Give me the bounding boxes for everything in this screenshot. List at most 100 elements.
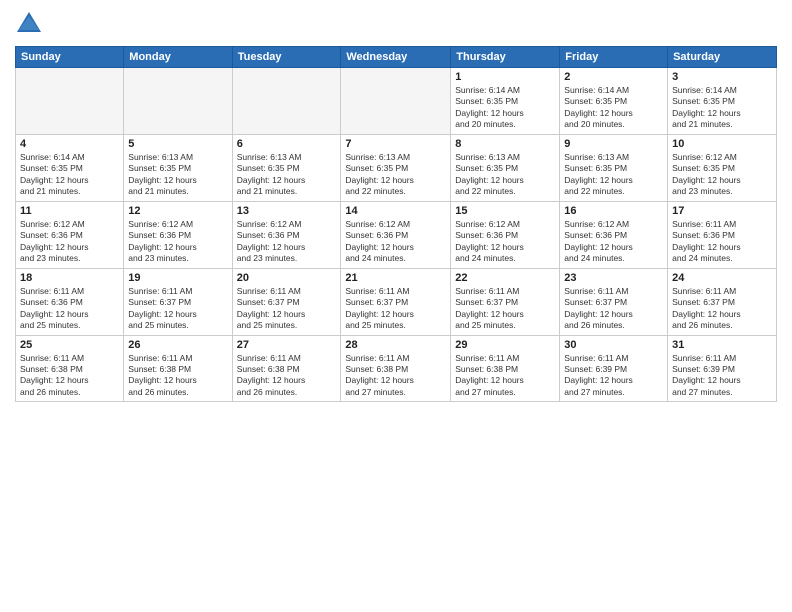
day-number: 5 bbox=[128, 138, 227, 150]
day-info: Sunrise: 6:13 AM Sunset: 6:35 PM Dayligh… bbox=[564, 152, 663, 198]
calendar-cell: 29 Sunrise: 6:11 AM Sunset: 6:38 PM Dayli… bbox=[451, 335, 560, 402]
calendar-cell: 8Sunrise: 6:13 AM Sunset: 6:35 PM Daylig… bbox=[451, 134, 560, 201]
day-info: Sunrise: 6:11 AM Sunset: 6:38 PM Dayligh… bbox=[128, 353, 227, 399]
calendar-cell: 5Sunrise: 6:13 AM Sunset: 6:35 PM Daylig… bbox=[124, 134, 232, 201]
day-number: 27 bbox=[237, 339, 337, 351]
day-info: Sunrise: 6:12 AM Sunset: 6:36 PM Dayligh… bbox=[564, 219, 663, 265]
calendar-header-row: SundayMondayTuesdayWednesdayThursdayFrid… bbox=[16, 47, 777, 68]
calendar-cell: 22 Sunrise: 6:11 AM Sunset: 6:37 PM Dayli… bbox=[451, 268, 560, 335]
day-number: 6 bbox=[237, 138, 337, 150]
calendar-header-saturday: Saturday bbox=[668, 47, 777, 68]
calendar-week-3: 11 Sunrise: 6:12 AM Sunset: 6:36 PM Dayli… bbox=[16, 201, 777, 268]
logo bbox=[15, 10, 47, 38]
day-number: 11 bbox=[20, 205, 119, 217]
day-info: Sunrise: 6:11 AM Sunset: 6:38 PM Dayligh… bbox=[20, 353, 119, 399]
calendar-header-monday: Monday bbox=[124, 47, 232, 68]
calendar-table: SundayMondayTuesdayWednesdayThursdayFrid… bbox=[15, 46, 777, 402]
calendar-cell: 16 Sunrise: 6:12 AM Sunset: 6:36 PM Dayli… bbox=[560, 201, 668, 268]
calendar-header-wednesday: Wednesday bbox=[341, 47, 451, 68]
day-info: Sunrise: 6:14 AM Sunset: 6:35 PM Dayligh… bbox=[672, 85, 772, 131]
calendar-cell: 3 Sunrise: 6:14 AM Sunset: 6:35 PM Daylig… bbox=[668, 68, 777, 135]
day-info: Sunrise: 6:12 AM Sunset: 6:36 PM Dayligh… bbox=[237, 219, 337, 265]
calendar-cell: 25 Sunrise: 6:11 AM Sunset: 6:38 PM Dayli… bbox=[16, 335, 124, 402]
calendar-cell: 9 Sunrise: 6:13 AM Sunset: 6:35 PM Daylig… bbox=[560, 134, 668, 201]
day-number: 10 bbox=[672, 138, 772, 150]
day-info: Sunrise: 6:12 AM Sunset: 6:36 PM Dayligh… bbox=[345, 219, 446, 265]
calendar-cell: 26Sunrise: 6:11 AM Sunset: 6:38 PM Dayli… bbox=[124, 335, 232, 402]
calendar-cell: 14 Sunrise: 6:12 AM Sunset: 6:36 PM Dayli… bbox=[341, 201, 451, 268]
calendar-cell: 19 Sunrise: 6:11 AM Sunset: 6:37 PM Dayli… bbox=[124, 268, 232, 335]
day-number: 17 bbox=[672, 205, 772, 217]
day-info: Sunrise: 6:11 AM Sunset: 6:37 PM Dayligh… bbox=[345, 286, 446, 332]
day-number: 29 bbox=[455, 339, 555, 351]
calendar-week-4: 18Sunrise: 6:11 AM Sunset: 6:36 PM Dayli… bbox=[16, 268, 777, 335]
calendar-cell: 20Sunrise: 6:11 AM Sunset: 6:37 PM Dayli… bbox=[232, 268, 341, 335]
day-info: Sunrise: 6:13 AM Sunset: 6:35 PM Dayligh… bbox=[345, 152, 446, 198]
day-info: Sunrise: 6:11 AM Sunset: 6:37 PM Dayligh… bbox=[455, 286, 555, 332]
calendar-cell: 12Sunrise: 6:12 AM Sunset: 6:36 PM Dayli… bbox=[124, 201, 232, 268]
logo-icon bbox=[15, 10, 43, 38]
day-number: 19 bbox=[128, 272, 227, 284]
calendar-cell: 15Sunrise: 6:12 AM Sunset: 6:36 PM Dayli… bbox=[451, 201, 560, 268]
calendar-week-1: 1 Sunrise: 6:14 AM Sunset: 6:35 PM Daylig… bbox=[16, 68, 777, 135]
calendar-week-2: 4Sunrise: 6:14 AM Sunset: 6:35 PM Daylig… bbox=[16, 134, 777, 201]
calendar-cell: 17 Sunrise: 6:11 AM Sunset: 6:36 PM Dayli… bbox=[668, 201, 777, 268]
header bbox=[15, 10, 777, 38]
calendar-cell: 1 Sunrise: 6:14 AM Sunset: 6:35 PM Daylig… bbox=[451, 68, 560, 135]
day-number: 9 bbox=[564, 138, 663, 150]
page: SundayMondayTuesdayWednesdayThursdayFrid… bbox=[0, 0, 792, 612]
calendar-cell: 24Sunrise: 6:11 AM Sunset: 6:37 PM Dayli… bbox=[668, 268, 777, 335]
day-number: 30 bbox=[564, 339, 663, 351]
day-number: 3 bbox=[672, 71, 772, 83]
day-info: Sunrise: 6:12 AM Sunset: 6:35 PM Dayligh… bbox=[672, 152, 772, 198]
day-number: 7 bbox=[345, 138, 446, 150]
day-info: Sunrise: 6:11 AM Sunset: 6:38 PM Dayligh… bbox=[237, 353, 337, 399]
day-info: Sunrise: 6:12 AM Sunset: 6:36 PM Dayligh… bbox=[20, 219, 119, 265]
day-info: Sunrise: 6:11 AM Sunset: 6:38 PM Dayligh… bbox=[455, 353, 555, 399]
calendar-header-tuesday: Tuesday bbox=[232, 47, 341, 68]
calendar-cell: 11 Sunrise: 6:12 AM Sunset: 6:36 PM Dayli… bbox=[16, 201, 124, 268]
day-number: 23 bbox=[564, 272, 663, 284]
day-info: Sunrise: 6:11 AM Sunset: 6:39 PM Dayligh… bbox=[672, 353, 772, 399]
calendar-header-thursday: Thursday bbox=[451, 47, 560, 68]
calendar-cell bbox=[16, 68, 124, 135]
day-info: Sunrise: 6:12 AM Sunset: 6:36 PM Dayligh… bbox=[128, 219, 227, 265]
day-info: Sunrise: 6:13 AM Sunset: 6:35 PM Dayligh… bbox=[455, 152, 555, 198]
calendar-cell bbox=[124, 68, 232, 135]
calendar-cell bbox=[341, 68, 451, 135]
calendar-cell: 18Sunrise: 6:11 AM Sunset: 6:36 PM Dayli… bbox=[16, 268, 124, 335]
day-info: Sunrise: 6:11 AM Sunset: 6:37 PM Dayligh… bbox=[564, 286, 663, 332]
day-info: Sunrise: 6:11 AM Sunset: 6:37 PM Dayligh… bbox=[128, 286, 227, 332]
day-info: Sunrise: 6:11 AM Sunset: 6:37 PM Dayligh… bbox=[237, 286, 337, 332]
calendar-cell: 2 Sunrise: 6:14 AM Sunset: 6:35 PM Daylig… bbox=[560, 68, 668, 135]
day-info: Sunrise: 6:14 AM Sunset: 6:35 PM Dayligh… bbox=[564, 85, 663, 131]
day-number: 15 bbox=[455, 205, 555, 217]
calendar-cell: 30Sunrise: 6:11 AM Sunset: 6:39 PM Dayli… bbox=[560, 335, 668, 402]
day-number: 14 bbox=[345, 205, 446, 217]
calendar-cell: 23 Sunrise: 6:11 AM Sunset: 6:37 PM Dayli… bbox=[560, 268, 668, 335]
day-info: Sunrise: 6:11 AM Sunset: 6:37 PM Dayligh… bbox=[672, 286, 772, 332]
calendar-week-5: 25 Sunrise: 6:11 AM Sunset: 6:38 PM Dayli… bbox=[16, 335, 777, 402]
day-number: 16 bbox=[564, 205, 663, 217]
day-info: Sunrise: 6:14 AM Sunset: 6:35 PM Dayligh… bbox=[455, 85, 555, 131]
day-info: Sunrise: 6:13 AM Sunset: 6:35 PM Dayligh… bbox=[237, 152, 337, 198]
calendar-cell: 10 Sunrise: 6:12 AM Sunset: 6:35 PM Dayli… bbox=[668, 134, 777, 201]
calendar-header-sunday: Sunday bbox=[16, 47, 124, 68]
day-number: 28 bbox=[345, 339, 446, 351]
calendar-cell bbox=[232, 68, 341, 135]
day-number: 25 bbox=[20, 339, 119, 351]
day-number: 18 bbox=[20, 272, 119, 284]
calendar-cell: 13Sunrise: 6:12 AM Sunset: 6:36 PM Dayli… bbox=[232, 201, 341, 268]
calendar-cell: 27 Sunrise: 6:11 AM Sunset: 6:38 PM Dayli… bbox=[232, 335, 341, 402]
day-number: 1 bbox=[455, 71, 555, 83]
calendar-cell: 7 Sunrise: 6:13 AM Sunset: 6:35 PM Daylig… bbox=[341, 134, 451, 201]
day-info: Sunrise: 6:11 AM Sunset: 6:36 PM Dayligh… bbox=[672, 219, 772, 265]
calendar-cell: 21Sunrise: 6:11 AM Sunset: 6:37 PM Dayli… bbox=[341, 268, 451, 335]
day-number: 31 bbox=[672, 339, 772, 351]
day-number: 2 bbox=[564, 71, 663, 83]
calendar-cell: 6 Sunrise: 6:13 AM Sunset: 6:35 PM Daylig… bbox=[232, 134, 341, 201]
calendar-cell: 31 Sunrise: 6:11 AM Sunset: 6:39 PM Dayli… bbox=[668, 335, 777, 402]
day-info: Sunrise: 6:11 AM Sunset: 6:38 PM Dayligh… bbox=[345, 353, 446, 399]
day-info: Sunrise: 6:14 AM Sunset: 6:35 PM Dayligh… bbox=[20, 152, 119, 198]
day-number: 22 bbox=[455, 272, 555, 284]
